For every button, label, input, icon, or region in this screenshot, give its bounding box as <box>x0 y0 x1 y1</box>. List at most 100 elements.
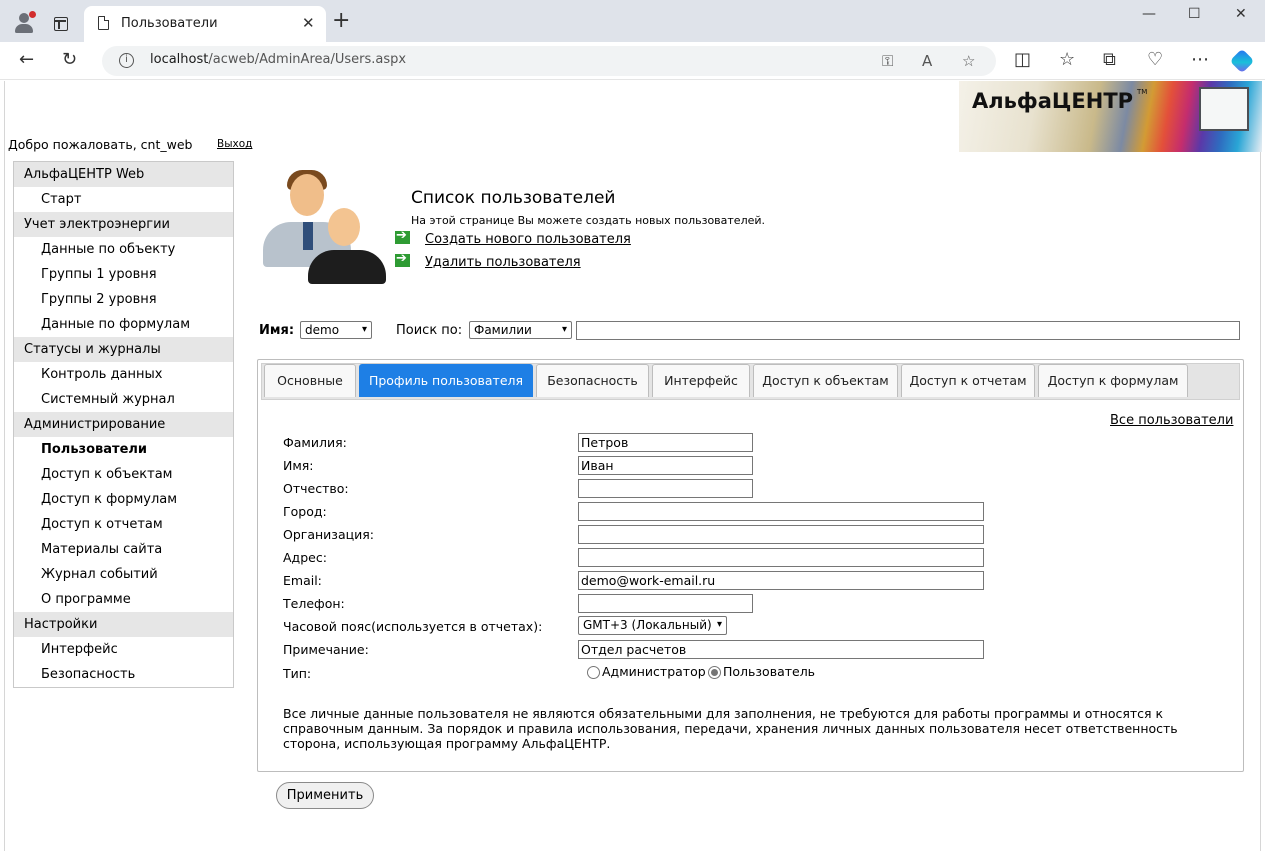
site-info-icon[interactable]: i <box>119 53 134 68</box>
sidebar-section-web: АльфаЦЕНТР Web <box>14 162 233 187</box>
address-field[interactable] <box>578 548 984 567</box>
web-page: АльфаЦЕНТР TM Добро пожаловать, cnt_web … <box>4 81 1262 851</box>
new-tab-icon[interactable]: + <box>332 10 350 32</box>
sidebar-item-security[interactable]: Безопасность <box>14 662 233 687</box>
tab-actions-icon[interactable] <box>54 17 68 31</box>
last-name-field[interactable]: Петров <box>578 433 753 452</box>
browser-tab-title: Пользователи <box>121 16 218 31</box>
logo-trademark: TM <box>1137 88 1148 96</box>
sidebar-item-groups-2[interactable]: Группы 2 уровня <box>14 287 233 312</box>
sidebar-item-report-access[interactable]: Доступ к отчетам <box>14 512 233 537</box>
email-label: Email: <box>283 573 322 588</box>
users-illustration-icon <box>263 170 386 284</box>
sidebar-item-users[interactable]: Пользователи <box>14 437 233 462</box>
sidebar-item-system-log[interactable]: Системный журнал <box>14 387 233 412</box>
email-field[interactable]: demo@work-email.ru <box>578 571 984 590</box>
delete-user-link[interactable]: Удалить пользователя <box>425 255 581 270</box>
chevron-down-icon: ▾ <box>561 324 567 335</box>
browser-tab-users[interactable]: Пользователи ✕ <box>84 6 326 42</box>
user-panel: Основные Профиль пользователя Безопаснос… <box>257 359 1244 772</box>
sidebar-item-start[interactable]: Старт <box>14 187 233 212</box>
monitor-image <box>1199 87 1249 131</box>
favorites-icon[interactable]: ☆ <box>1059 50 1075 70</box>
phone-label: Телефон: <box>283 596 345 611</box>
back-icon[interactable]: ← <box>19 50 34 70</box>
page-title: Список пользователей <box>411 188 616 208</box>
city-label: Город: <box>283 504 327 519</box>
organization-field[interactable] <box>578 525 984 544</box>
logout-link[interactable]: Выход <box>217 138 252 150</box>
chevron-down-icon: ▾ <box>361 324 367 335</box>
user-radio[interactable] <box>708 666 721 679</box>
note-label: Примечание: <box>283 642 369 657</box>
type-label: Тип: <box>283 666 312 681</box>
profile-icon[interactable] <box>12 10 36 34</box>
maximize-icon[interactable]: ☐ <box>1188 6 1201 22</box>
name-filter-label: Имя: <box>259 323 295 338</box>
timezone-label: Часовой пояс(используется в отчетах): <box>283 619 543 634</box>
sidebar-item-data-control[interactable]: Контроль данных <box>14 362 233 387</box>
sidebar-item-object-data[interactable]: Данные по объекту <box>14 237 233 262</box>
admin-radio[interactable] <box>587 666 600 679</box>
address-bar[interactable]: i localhost/acweb/AdminArea/Users.aspx ⚿… <box>102 46 996 76</box>
sidebar-item-site-materials[interactable]: Материалы сайта <box>14 537 233 562</box>
all-users-link[interactable]: Все пользователи <box>1110 413 1233 428</box>
close-tab-icon[interactable]: ✕ <box>302 14 315 32</box>
privacy-disclaimer: Все личные данные пользователя не являют… <box>283 706 1178 751</box>
sidebar-item-object-access[interactable]: Доступ к объектам <box>14 462 233 487</box>
logo-text: АльфаЦЕНТР <box>972 89 1134 113</box>
apply-button[interactable]: Применить <box>276 782 374 809</box>
favorite-star-icon[interactable]: ☆ <box>962 52 975 70</box>
sidebar-item-event-log[interactable]: Журнал событий <box>14 562 233 587</box>
collections-icon[interactable]: ⧉ <box>1103 50 1116 70</box>
organization-label: Организация: <box>283 527 374 542</box>
welcome-text: Добро пожаловать, cnt_web <box>8 137 193 152</box>
tab-object-access[interactable]: Доступ к объектам <box>753 364 898 397</box>
tab-formula-access[interactable]: Доступ к формулам <box>1038 364 1188 397</box>
tab-basic[interactable]: Основные <box>264 364 356 397</box>
browser-health-icon[interactable]: ♡ <box>1147 50 1163 70</box>
create-user-link[interactable]: Создать нового пользователя <box>425 232 631 247</box>
tab-user-profile[interactable]: Профиль пользователя <box>359 364 533 397</box>
sidebar-item-formula-access[interactable]: Доступ к формулам <box>14 487 233 512</box>
refresh-icon[interactable]: ↻ <box>62 50 77 70</box>
phone-field[interactable] <box>578 594 753 613</box>
address-label: Адрес: <box>283 550 327 565</box>
city-field[interactable] <box>578 502 984 521</box>
browser-navbar: ← ↻ i localhost/acweb/AdminArea/Users.as… <box>0 42 1265 80</box>
sidebar-item-interface[interactable]: Интерфейс <box>14 637 233 662</box>
sidebar-menu: АльфаЦЕНТР Web Старт Учет электроэнергии… <box>13 161 234 688</box>
browser-titlebar: Пользователи ✕ + — ☐ ✕ <box>0 0 1265 42</box>
read-aloud-icon[interactable]: A <box>922 52 932 70</box>
page-description: На этой странице Вы можете создать новых… <box>411 214 766 227</box>
first-name-field[interactable]: Иван <box>578 456 753 475</box>
sidebar-section-admin: Администрирование <box>14 412 233 437</box>
tab-security[interactable]: Безопасность <box>536 364 649 397</box>
first-name-label: Имя: <box>283 458 314 473</box>
tab-report-access[interactable]: Доступ к отчетам <box>901 364 1035 397</box>
patronymic-field[interactable] <box>578 479 753 498</box>
admin-radio-label: Администратор <box>602 664 706 679</box>
page-icon <box>98 16 109 30</box>
alfacenter-logo: АльфаЦЕНТР TM <box>959 81 1262 152</box>
more-menu-icon[interactable]: ⋯ <box>1191 50 1209 70</box>
chevron-down-icon: ▾ <box>716 619 722 630</box>
tab-interface[interactable]: Интерфейс <box>652 364 750 397</box>
sidebar-item-formula-data[interactable]: Данные по формулам <box>14 312 233 337</box>
sidebar-section-statuses: Статусы и журналы <box>14 337 233 362</box>
key-icon[interactable]: ⚿ <box>882 52 893 70</box>
search-by-select[interactable]: Фамилии ▾ <box>469 321 572 339</box>
note-field[interactable]: Отдел расчетов <box>578 640 984 659</box>
sidebar-item-about[interactable]: О программе <box>14 587 233 612</box>
create-arrow-icon <box>395 228 410 244</box>
delete-arrow-icon <box>395 251 410 267</box>
split-screen-icon[interactable]: ◫ <box>1014 50 1031 70</box>
name-select[interactable]: demo ▾ <box>300 321 372 339</box>
timezone-select[interactable]: GMT+3 (Локальный) ▾ <box>578 616 727 635</box>
search-input[interactable] <box>576 321 1240 340</box>
sidebar-section-settings: Настройки <box>14 612 233 637</box>
sidebar-item-groups-1[interactable]: Группы 1 уровня <box>14 262 233 287</box>
minimize-icon[interactable]: — <box>1142 6 1156 22</box>
search-by-label: Поиск по: <box>396 323 463 338</box>
close-window-icon[interactable]: ✕ <box>1235 6 1247 22</box>
